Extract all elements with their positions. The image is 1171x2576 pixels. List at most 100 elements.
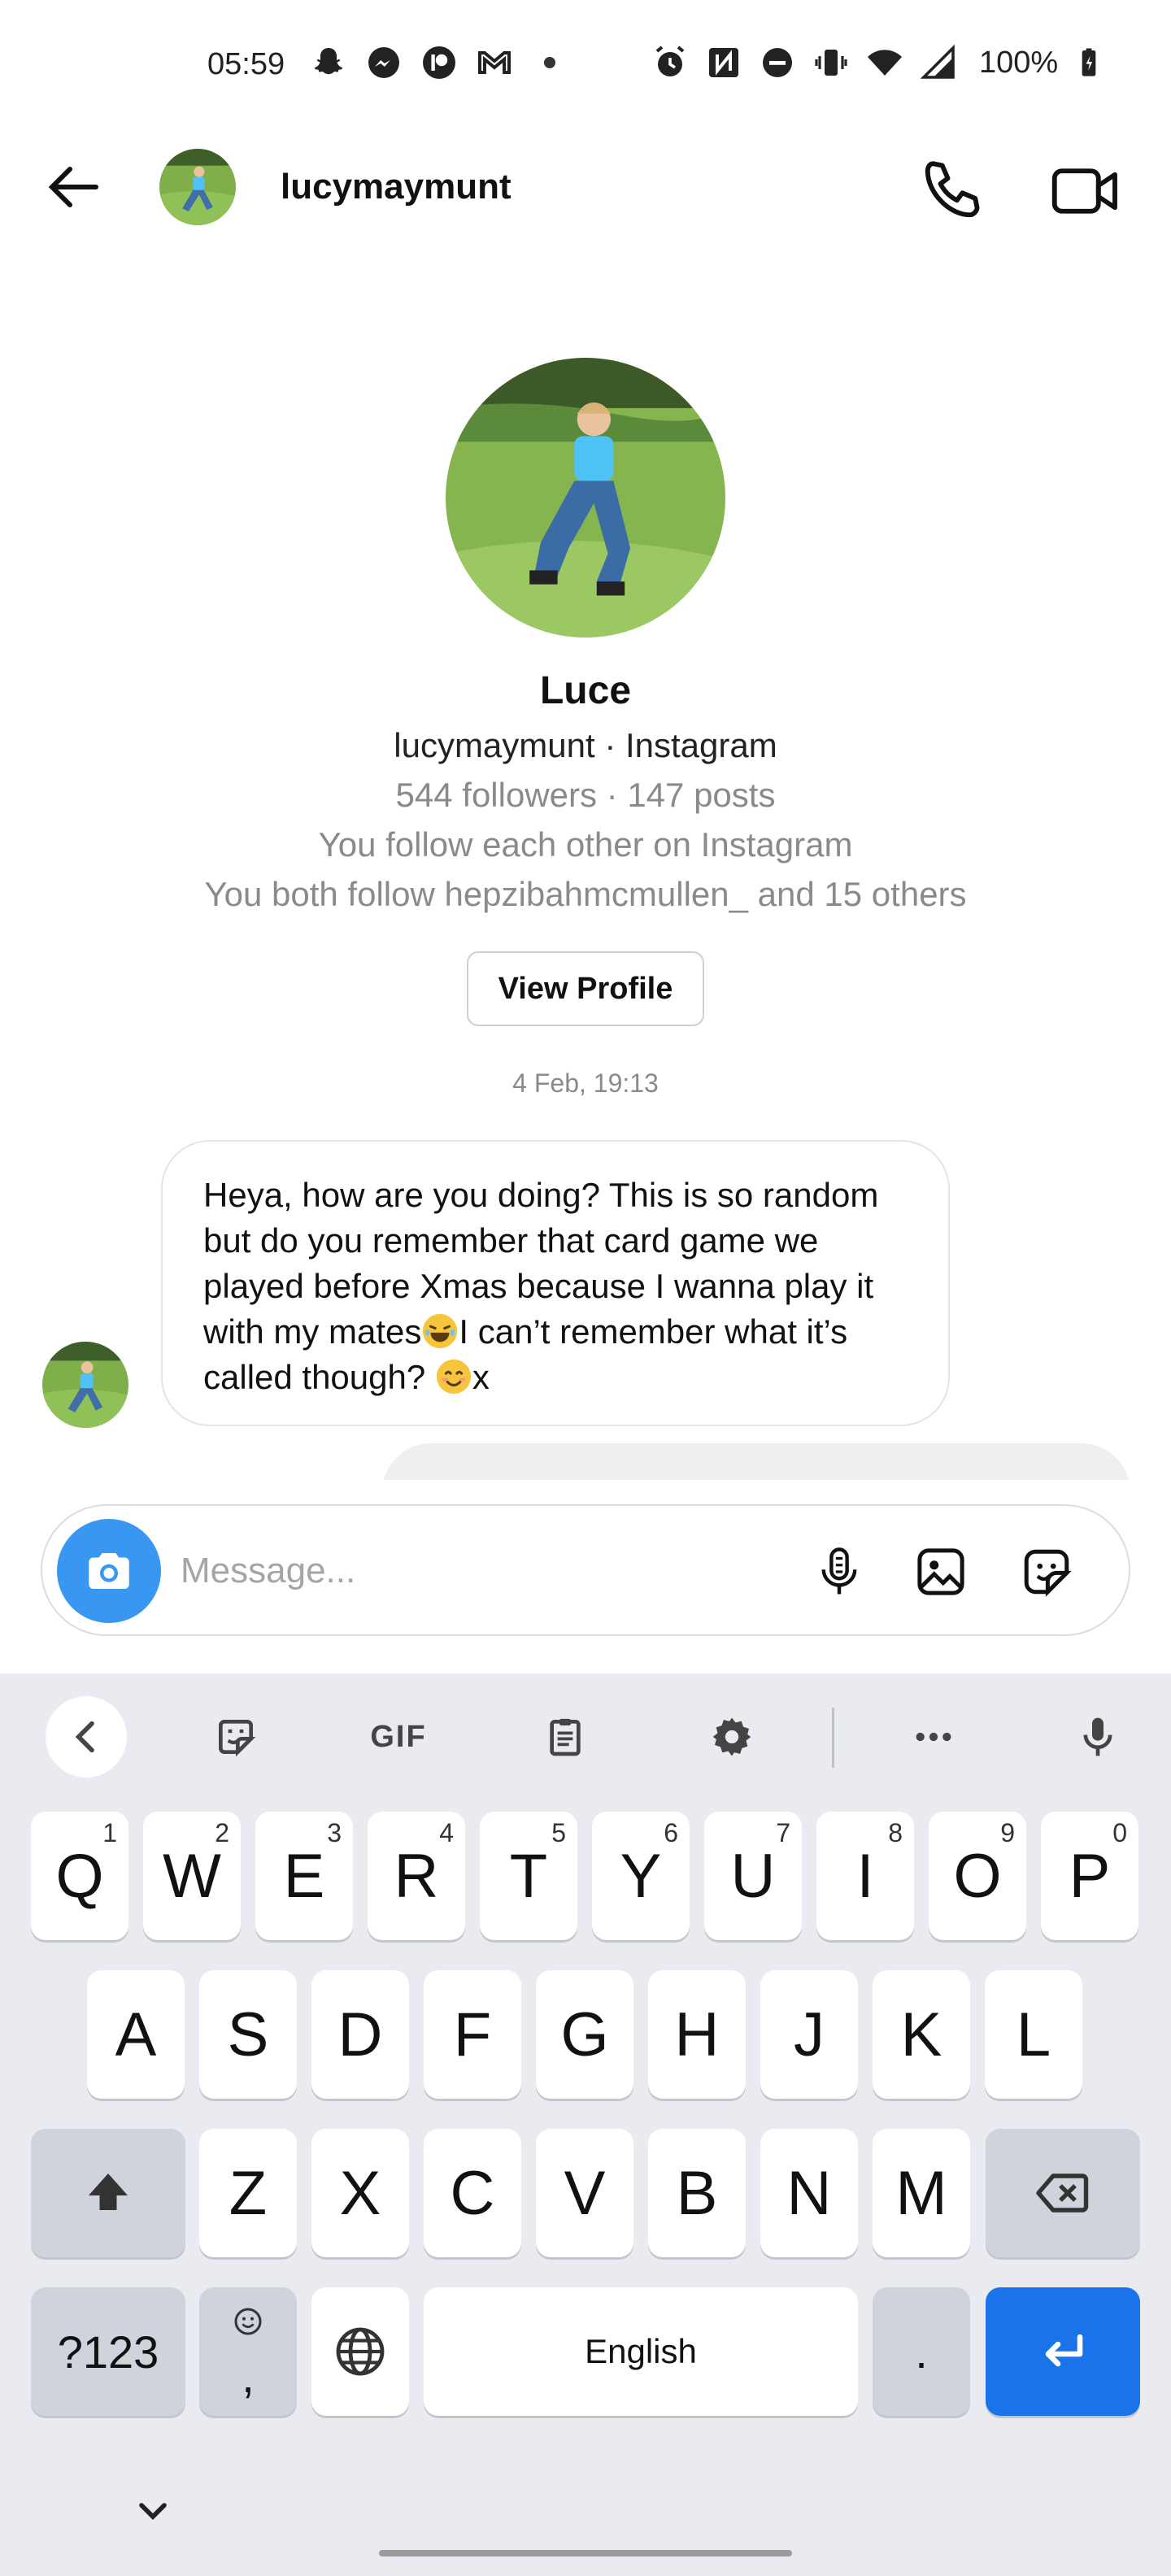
gallery-button[interactable] [904, 1535, 977, 1608]
sticker-icon [219, 1720, 256, 1757]
key-k[interactable]: K [873, 1970, 970, 2099]
more-options-button[interactable] [893, 1696, 974, 1778]
avatar[interactable] [159, 149, 236, 225]
message-line-5: I can’t remember what it’s [459, 1312, 848, 1351]
dnd-icon [763, 48, 792, 77]
key-label: D [337, 1999, 383, 2069]
globe-icon [336, 2327, 385, 2376]
key-t[interactable]: T5 [480, 1812, 577, 1940]
shift-key[interactable] [31, 2129, 185, 2257]
key-u[interactable]: U7 [704, 1812, 802, 1940]
key-hint: 1 [102, 1818, 117, 1847]
key-n[interactable]: N [760, 2129, 858, 2257]
key-m[interactable]: M [873, 2129, 970, 2257]
nfc-icon [709, 48, 738, 77]
key-p[interactable]: P0 [1041, 1812, 1138, 1940]
snapchat-icon [315, 48, 342, 75]
key-label: , [242, 2350, 255, 2402]
gesture-bar[interactable] [379, 2550, 792, 2556]
view-profile-button[interactable]: View Profile [467, 951, 704, 1026]
sticker-button[interactable] [1010, 1535, 1083, 1608]
key-a[interactable]: A [87, 1970, 185, 2099]
key-label: X [339, 2158, 381, 2228]
key-label: K [900, 1999, 942, 2069]
status-time: 05:59 [207, 47, 285, 81]
key-hint: 0 [1112, 1818, 1127, 1847]
back-arrow-icon[interactable] [41, 154, 106, 220]
alarm-icon [655, 46, 685, 76]
video-call-icon[interactable] [1049, 154, 1122, 228]
dot-icon [544, 57, 555, 68]
keyboard-sticker-button[interactable] [195, 1696, 276, 1778]
keyboard-back-button[interactable] [46, 1696, 127, 1778]
enter-key[interactable] [986, 2287, 1140, 2416]
backspace-key[interactable] [986, 2129, 1140, 2257]
laughing-emoji-icon [423, 1313, 458, 1349]
key-e[interactable]: E3 [255, 1812, 353, 1940]
key-i[interactable]: I8 [816, 1812, 914, 1940]
key-label: B [676, 2158, 718, 2228]
notification-icons [309, 42, 569, 83]
message-line-1: Heya, how are you doing? This is so rand… [203, 1176, 879, 1214]
profile-stats: 544 followers · 147 posts [395, 776, 776, 814]
key-q[interactable]: Q1 [31, 1812, 128, 1940]
key-l[interactable]: L [985, 1970, 1082, 2099]
hide-keyboard-icon[interactable] [130, 2488, 176, 2534]
voice-message-button[interactable] [803, 1535, 876, 1608]
sticker-icon [1024, 1549, 1072, 1597]
key-label: Q [55, 1841, 104, 1911]
clipboard-button[interactable] [525, 1696, 606, 1778]
message-input[interactable] [181, 1538, 766, 1603]
voice-typing-button[interactable] [1057, 1696, 1138, 1778]
key-label: Y [620, 1841, 662, 1911]
key-s[interactable]: S [199, 1970, 297, 2099]
symbols-key[interactable]: ?123 [31, 2287, 185, 2416]
header-username[interactable]: lucymaymunt [281, 167, 511, 207]
keyboard: GIF Q1 W2 E3 R4 T5 Y6 U7 I8 O9 P0 A S D … [0, 1673, 1171, 2576]
keyboard-settings-button[interactable] [691, 1696, 773, 1778]
space-key[interactable]: English [424, 2287, 858, 2416]
smiling-emoji-icon [436, 1359, 471, 1395]
key-z[interactable]: Z [199, 2129, 297, 2257]
key-y[interactable]: Y6 [592, 1812, 690, 1940]
camera-button[interactable] [57, 1519, 161, 1623]
battery-percent: 100% [979, 45, 1059, 80]
messenger-icon [368, 47, 399, 78]
message-line-3: played before Xmas because I wanna play … [203, 1267, 874, 1305]
microphone-icon [821, 1547, 857, 1595]
key-label: H [674, 1999, 720, 2069]
key-g[interactable]: G [536, 1970, 633, 2099]
message-line-7: x [472, 1358, 490, 1396]
status-bar: 05:59 100% [0, 0, 1171, 134]
microphone-icon [1083, 1717, 1112, 1756]
key-o[interactable]: O9 [929, 1812, 1026, 1940]
key-hint: 2 [215, 1818, 229, 1847]
gif-button[interactable]: GIF [358, 1696, 439, 1778]
key-label: English [585, 2332, 697, 2370]
period-key[interactable]: . [873, 2287, 970, 2416]
profile-avatar[interactable] [446, 358, 725, 637]
backspace-icon [1036, 2174, 1089, 2213]
key-j[interactable]: J [760, 1970, 858, 2099]
message-timestamp: 4 Feb, 19:13 [512, 1068, 659, 1098]
language-key[interactable] [311, 2287, 409, 2416]
key-r[interactable]: R4 [368, 1812, 465, 1940]
key-h[interactable]: H [648, 1970, 746, 2099]
key-label: C [450, 2158, 495, 2228]
key-f[interactable]: F [424, 1970, 521, 2099]
key-w[interactable]: W2 [143, 1812, 241, 1940]
key-c[interactable]: C [424, 2129, 521, 2257]
key-b[interactable]: B [648, 2129, 746, 2257]
key-v[interactable]: V [536, 2129, 633, 2257]
mutual-friends-text: You both follow hepzibahmcmullen_ and 15… [204, 875, 967, 913]
phone-call-icon[interactable] [915, 154, 988, 228]
message-bubble[interactable]: Heya, how are you doing? This is so rand… [161, 1140, 950, 1426]
emoji-comma-key[interactable]: , [199, 2287, 297, 2416]
key-label: E [283, 1841, 325, 1911]
battery-icon [1082, 48, 1096, 76]
clipboard-icon [550, 1718, 581, 1756]
key-x[interactable]: X [311, 2129, 409, 2257]
key-d[interactable]: D [311, 1970, 409, 2099]
sender-photo [42, 1342, 128, 1428]
sender-avatar[interactable] [42, 1342, 128, 1428]
